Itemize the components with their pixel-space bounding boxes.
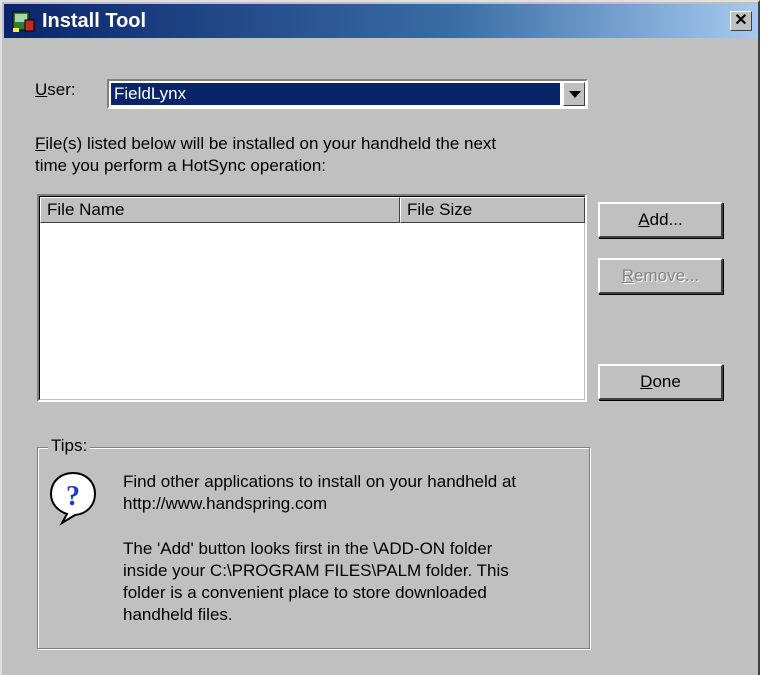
tip-paragraph-2: The 'Add' button looks first in the \ADD… <box>123 538 583 626</box>
close-button[interactable]: ✕ <box>730 11 752 31</box>
files-description-line1: File(s) listed below will be installed o… <box>35 134 496 154</box>
tip2-line3: folder is a convenient place to store do… <box>123 583 487 602</box>
file-list[interactable]: File Name File Size <box>37 194 587 402</box>
remove-button-label: emove... <box>634 266 700 285</box>
tip1-line1: Find other applications to install on yo… <box>123 472 517 491</box>
add-button-accel: A <box>638 210 650 229</box>
title-bar[interactable]: Install Tool ✕ <box>4 4 758 38</box>
column-header-file-name[interactable]: File Name <box>40 197 400 223</box>
user-combobox[interactable]: FieldLynx <box>107 79 588 109</box>
add-button-label: dd... <box>649 210 683 229</box>
install-tool-window: Install Tool ✕ User: FieldLynx File(s) l… <box>0 0 760 675</box>
tips-title: Tips: <box>48 436 91 456</box>
user-label-accel: U <box>35 80 48 99</box>
add-button[interactable]: Add... <box>598 202 723 238</box>
remove-button-accel: R <box>621 266 635 285</box>
tip1-line2: http://www.handspring.com <box>123 494 328 513</box>
user-label: User: <box>35 80 76 100</box>
question-balloon-icon: ? <box>49 471 97 526</box>
done-button-label: one <box>652 372 681 391</box>
tip2-line2: inside your C:\PROGRAM FILES\PALM folder… <box>123 561 509 580</box>
file-list-body[interactable]: File Name File Size <box>39 196 585 400</box>
tip-paragraph-1: Find other applications to install on yo… <box>123 471 583 515</box>
remove-button[interactable]: Remove... <box>598 258 723 294</box>
column-header-file-size[interactable]: File Size <box>400 197 585 223</box>
done-button-accel: D <box>640 372 653 391</box>
tips-groupbox: Tips: ? Find other applications to insta… <box>37 436 590 649</box>
window-title: Install Tool <box>42 10 147 32</box>
tip2-line4: handheld files. <box>123 605 233 624</box>
files-description-line2: time you perform a HotSync operation: <box>35 156 327 175</box>
user-label-rest: ser: <box>47 80 76 99</box>
user-selected-value: FieldLynx <box>111 83 560 105</box>
files-description-accel: F <box>35 134 46 153</box>
files-description-line1-rest: ile(s) listed below will be installed on… <box>45 134 497 153</box>
svg-text:?: ? <box>66 481 80 512</box>
chevron-down-icon[interactable] <box>563 82 585 106</box>
tip2-line1: The 'Add' button looks first in the \ADD… <box>123 539 493 558</box>
install-tool-icon <box>12 11 35 32</box>
done-button[interactable]: Done <box>598 364 723 400</box>
